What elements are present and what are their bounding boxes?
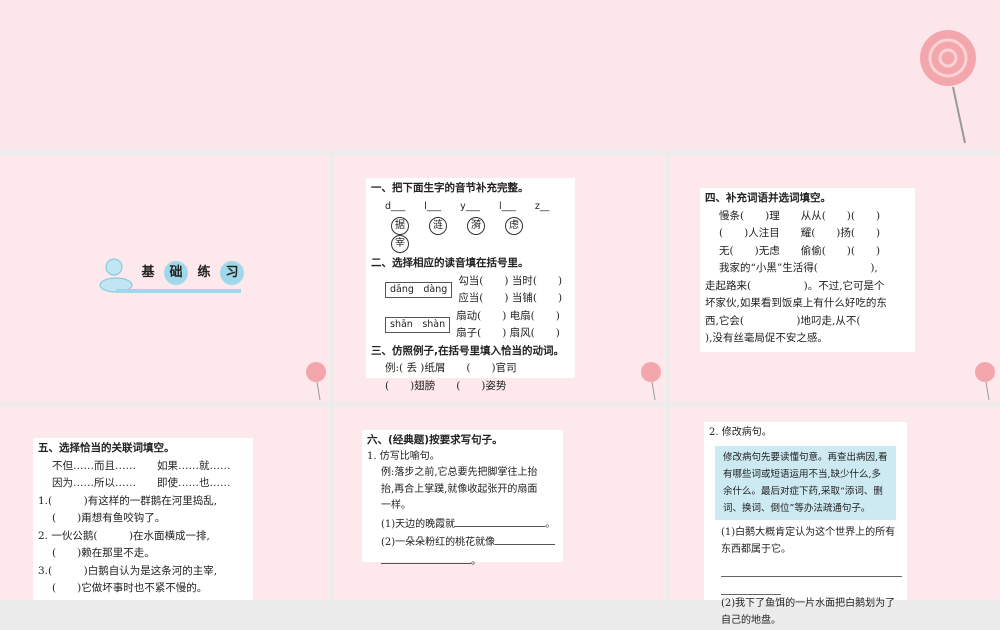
q3-line: ( )翅膀 ( )姿势 — [385, 379, 507, 392]
q6-subtitle: 1. 仿写比喻句。 — [367, 450, 440, 462]
q2-title: 二、选择相应的读音填在括号里。 — [371, 257, 529, 269]
tip-box: 修改病句先要读懂句意。再查出病因,看有哪些词或短语运用不当,缺少什么,多余什么。… — [715, 445, 896, 520]
circled-char: 宰 — [391, 235, 409, 253]
lollipop-icon — [641, 362, 661, 401]
answer-line[interactable] — [721, 567, 902, 577]
q5-item: 2. 一伙公鹅( )在水面横成一排, — [38, 529, 210, 542]
lollipop-icon — [975, 362, 995, 401]
answer-line[interactable] — [721, 585, 781, 595]
q5-item: ( )它做坏事时也不紧不慢的。 — [52, 582, 208, 594]
q5-item: ( )赖在那里不走。 — [52, 547, 155, 559]
q6-example: 抬,再合上掌蹼,就像收起张开的扇面 — [381, 483, 538, 495]
q2-row: 勾当( ) 当时( ) — [458, 274, 563, 287]
title-slide — [0, 0, 1000, 151]
q2-row: 扇动( ) 电扇( ) — [456, 309, 560, 322]
q1-syllables: d___ l___ y___ l___ z__ — [385, 200, 550, 212]
q4-word-row: 无( )无虑 偷偷( )( ) — [719, 244, 881, 257]
q6-item: (1)天边的晚霞就 — [381, 518, 456, 530]
q5-item: 1.( )有这样的一群鹅在河里捣乱, — [38, 494, 218, 507]
q1-q3-card: 一、把下面生字的音节补充完整。 d___ l___ y___ l___ z__ … — [366, 178, 575, 392]
pinyin-box: shān shàn — [385, 317, 451, 333]
logo-char: 础 — [164, 261, 188, 285]
q6-example: 一样。 — [381, 500, 411, 511]
q5-option-row: 因为……所以…… 即使……也…… — [52, 477, 231, 489]
q3-line: 例:( 丢 )纸屑 ( )官司 — [385, 362, 517, 374]
q1-chars: 据 涟 漪 虑宰 — [371, 217, 570, 253]
q4-para-line: 坏家伙,如果看到饭桌上有什么好吃的东 — [705, 297, 887, 309]
q4-para-line: 我家的“小黑”生活得( ), — [719, 262, 878, 274]
circled-char: 据 — [391, 217, 409, 235]
q2-row: 扇子( ) 扇风( ) — [456, 327, 560, 339]
logo-char: 基 — [141, 265, 155, 280]
answer-line[interactable] — [381, 552, 471, 564]
answer-line[interactable] — [455, 515, 546, 527]
q6-example: 例:落步之前,它总要先把脚掌往上抬 — [381, 467, 538, 478]
q5-item: ( )甭想有鱼咬钩了。 — [52, 512, 166, 524]
circled-char: 涟 — [429, 217, 447, 235]
q2-row: 应当( ) 当铺( ) — [458, 292, 563, 304]
q5-option-row: 不但……而且…… 如果……就…… — [52, 459, 231, 472]
q3-title: 三、仿照例子,在括号里填入恰当的动词。 — [371, 344, 564, 357]
q1-title: 一、把下面生字的音节补充完整。 — [371, 182, 529, 194]
q6-item: (2)一朵朵粉红的桃花就像 — [381, 537, 496, 548]
q7-item: (1)白鹅大概肯定认为这个世界上的所有东西都属于它。 — [721, 526, 896, 556]
q4-para-line: ),没有丝毫局促不安之感。 — [705, 332, 828, 344]
q4-title: 四、补充词语并选词填空。 — [705, 192, 831, 204]
lollipop-icon — [306, 362, 326, 401]
answer-line[interactable] — [495, 533, 556, 545]
lollipop-icon — [920, 30, 976, 144]
logo-char: 练 — [197, 265, 211, 280]
basic-practice-logo: 基 础 练 习 — [96, 255, 246, 297]
q7-card: 2. 修改病句。 修改病句先要读懂句意。再查出病因,看有哪些词或短语运用不当,缺… — [704, 422, 907, 626]
wave-decoration — [116, 289, 241, 293]
circled-char: 虑 — [505, 217, 523, 235]
q5-item: 3.( )白鹅自认为是这条河的主宰, — [38, 564, 218, 577]
q4-card: 四、补充词语并选词填空。 慢条( )理 从从( )( ) ( )人注目 耀( )… — [700, 188, 915, 352]
q4-para-line: 西,它会( )地叼走,从不( — [705, 314, 861, 327]
q5-title: 五、选择恰当的关联词填空。 — [38, 442, 175, 454]
q4-word-row: 慢条( )理 从从( )( ) — [719, 209, 881, 222]
logo-char: 习 — [220, 261, 244, 285]
q6-card: 六、(经典题)按要求写句子。 1. 仿写比喻句。 例:落步之前,它总要先把脚掌往… — [362, 430, 563, 567]
q5-card: 五、选择恰当的关联词填空。 不但……而且…… 如果……就…… 因为……所以…… … — [33, 438, 253, 600]
q6-title: 六、(经典题)按要求写句子。 — [367, 434, 503, 446]
pinyin-box: dāng dàng — [385, 282, 453, 298]
q4-word-row: ( )人注目 耀( )扬( ) — [719, 227, 881, 239]
circled-char: 漪 — [467, 217, 485, 235]
q4-para-line: 走起路来( )。不过,它可是个 — [705, 279, 885, 292]
q7-subtitle: 2. 修改病句。 — [709, 427, 772, 438]
